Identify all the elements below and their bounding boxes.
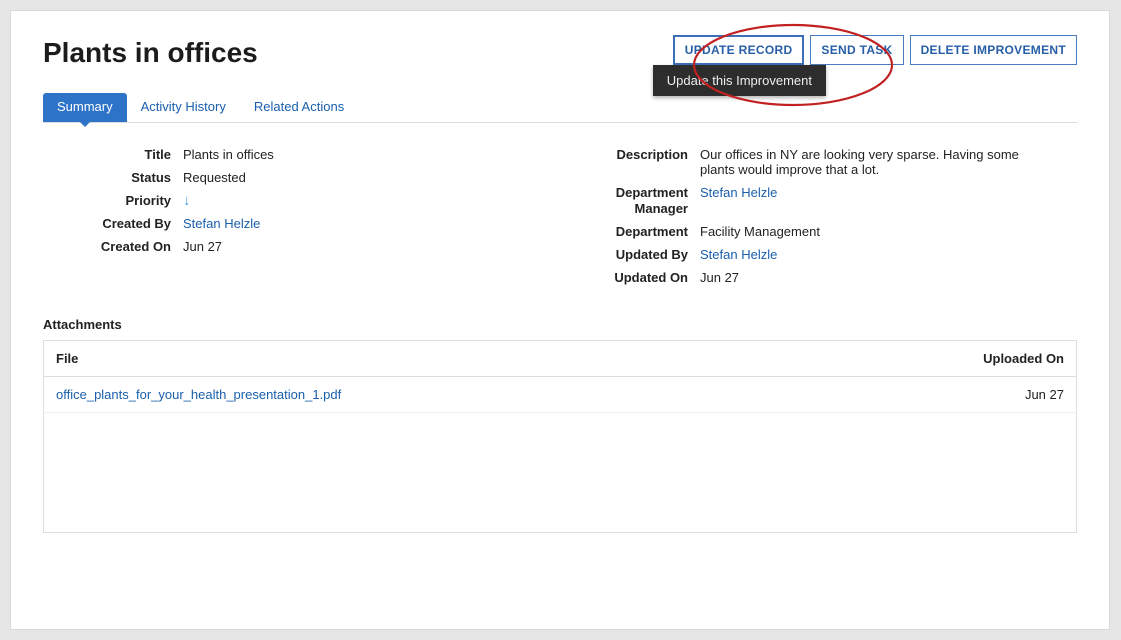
department-label: Department (560, 224, 700, 239)
updated-by-label: Updated By (560, 247, 700, 262)
record-details: Title Plants in offices Status Requested… (43, 147, 1077, 293)
attachment-file-link[interactable]: office_plants_for_your_health_presentati… (44, 377, 767, 413)
page-header: Plants in offices UPDATE RECORD SEND TAS… (43, 29, 1077, 69)
title-label: Title (43, 147, 183, 162)
send-task-button[interactable]: SEND TASK (810, 35, 903, 65)
attachment-uploaded-value: Jun 27 (767, 377, 1077, 413)
updated-on-value: Jun 27 (700, 270, 1077, 285)
description-value: Our offices in NY are looking very spars… (700, 147, 1077, 177)
attachments-empty-space (43, 413, 1077, 533)
status-value: Requested (183, 170, 560, 185)
page-title: Plants in offices (43, 37, 258, 69)
details-right-column: Description Our offices in NY are lookin… (560, 147, 1077, 293)
tab-activity-history[interactable]: Activity History (127, 93, 240, 122)
updated-on-label: Updated On (560, 270, 700, 285)
tab-bar: Summary Activity History Related Actions (43, 93, 1077, 123)
department-value: Facility Management (700, 224, 1077, 239)
title-value: Plants in offices (183, 147, 560, 162)
update-record-button[interactable]: UPDATE RECORD (673, 35, 805, 65)
update-record-tooltip: Update this Improvement (653, 65, 826, 96)
department-manager-label: Department Manager (560, 185, 700, 216)
department-manager-link[interactable]: Stefan Helzle (700, 185, 1077, 200)
tab-related-actions[interactable]: Related Actions (240, 93, 358, 122)
table-row: office_plants_for_your_health_presentati… (44, 377, 1077, 413)
details-left-column: Title Plants in offices Status Requested… (43, 147, 560, 293)
priority-down-icon: ↓ (183, 192, 191, 209)
priority-label: Priority (43, 193, 183, 208)
priority-value: ↓ (183, 193, 560, 208)
created-by-label: Created By (43, 216, 183, 231)
attachments-col-file: File (44, 341, 767, 377)
record-page: Plants in offices UPDATE RECORD SEND TAS… (10, 10, 1110, 630)
created-by-link[interactable]: Stefan Helzle (183, 216, 560, 231)
created-on-label: Created On (43, 239, 183, 254)
created-on-value: Jun 27 (183, 239, 560, 254)
tab-summary[interactable]: Summary (43, 93, 127, 122)
delete-improvement-button[interactable]: DELETE IMPROVEMENT (910, 35, 1077, 65)
attachments-col-uploaded: Uploaded On (767, 341, 1077, 377)
status-label: Status (43, 170, 183, 185)
action-bar: UPDATE RECORD SEND TASK DELETE IMPROVEME… (673, 35, 1077, 65)
description-label: Description (560, 147, 700, 162)
attachments-table: File Uploaded On office_plants_for_your_… (43, 340, 1077, 413)
attachments-section-title: Attachments (43, 317, 1077, 332)
updated-by-link[interactable]: Stefan Helzle (700, 247, 1077, 262)
